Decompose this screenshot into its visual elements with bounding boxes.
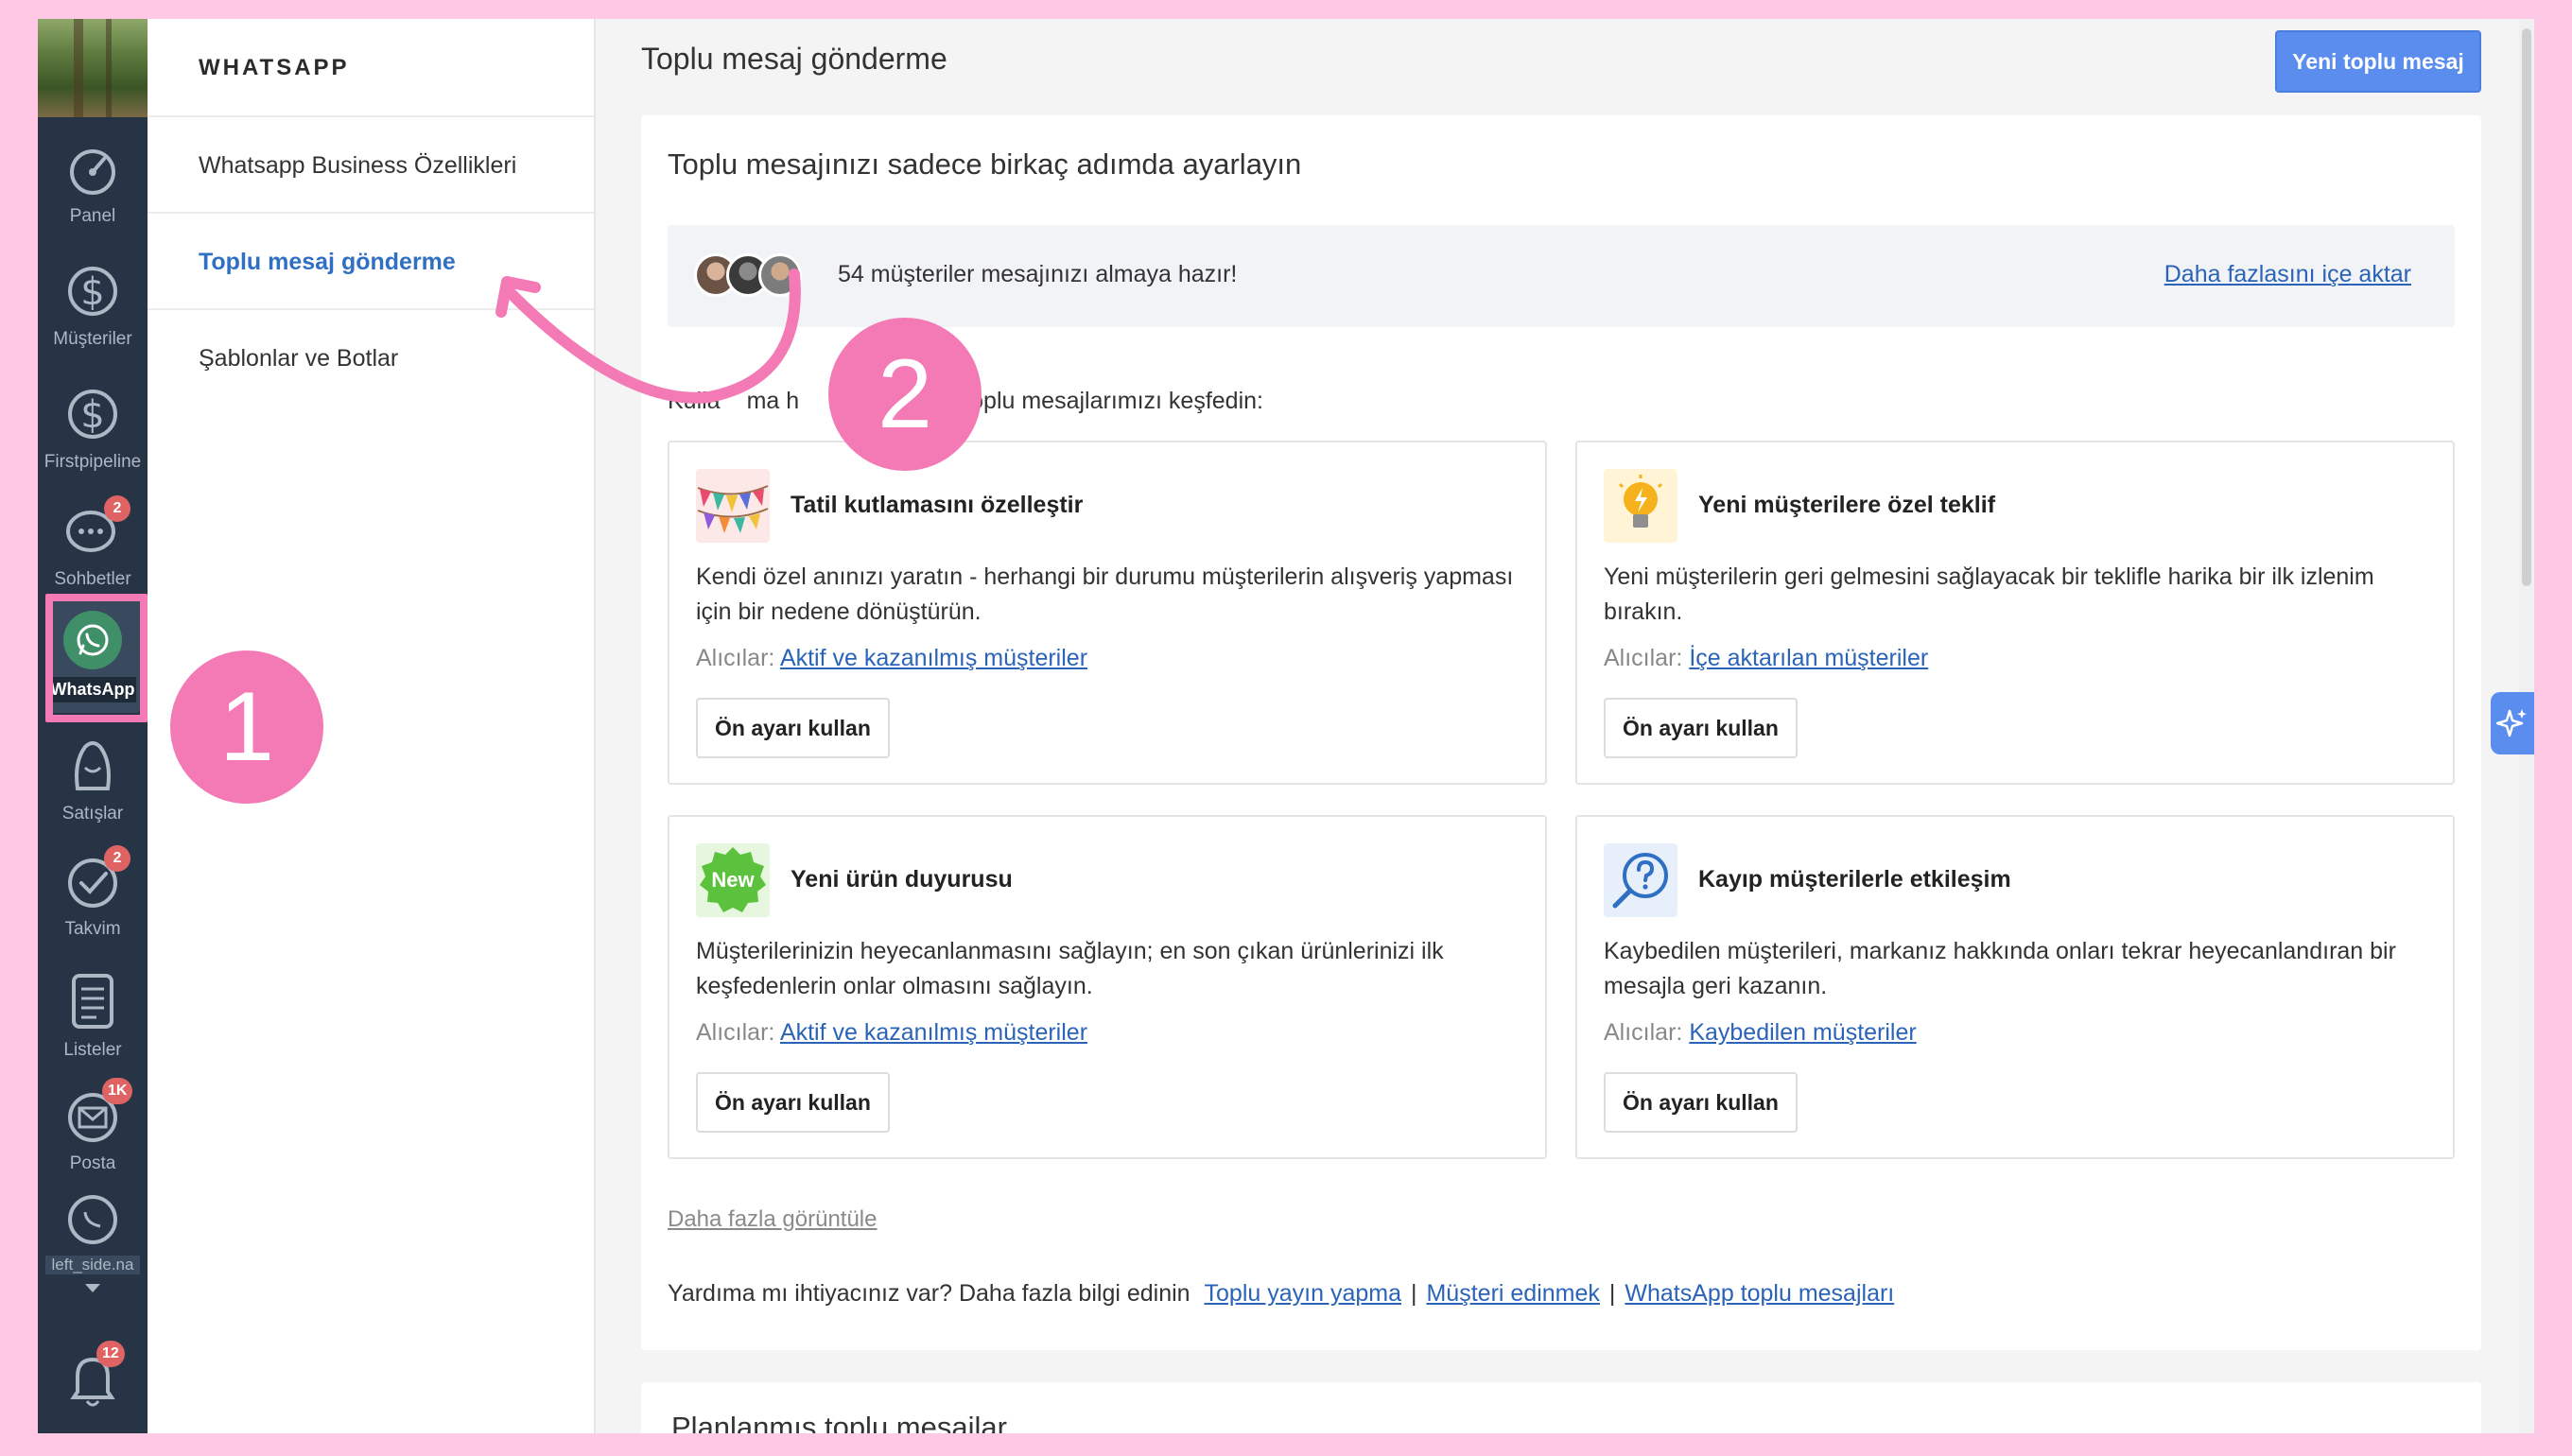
nav-label: Satışlar — [61, 804, 124, 823]
lightbulb-icon — [1604, 469, 1677, 543]
setup-card: Toplu mesajınızı sadece birkaç adımda ay… — [641, 115, 2481, 1350]
import-bar: 54 müşteriler mesajınızı almaya hazır! D… — [668, 225, 2455, 327]
help-link-whatsapp-bulk[interactable]: WhatsApp toplu mesajları — [1625, 1280, 1894, 1307]
list-icon — [72, 974, 113, 1029]
user-avatar[interactable] — [38, 19, 148, 117]
recipients-link[interactable]: Kaybedilen müşteriler — [1689, 1019, 1916, 1046]
new-badge-icon: New — [696, 843, 770, 917]
svg-text:$: $ — [80, 270, 104, 314]
unread-badge: 2 — [104, 845, 130, 872]
template-title: Kayıp müşterilerle etkileşim — [1698, 866, 2011, 893]
template-card-holiday: Tatil kutlamasını özelleştir Kendi özel … — [668, 441, 1547, 785]
nav-label: Posta — [69, 1153, 116, 1173]
nav-label: Müşteriler — [53, 329, 132, 349]
nav-item-posta[interactable]: Posta 1K — [38, 1078, 148, 1174]
dashboard-icon — [70, 149, 115, 195]
template-description: Kendi özel anınızı yaratın - herhangi bi… — [696, 563, 1514, 625]
subnav-item-business-features[interactable]: Whatsapp Business Özellikleri — [148, 117, 594, 214]
nav-label: Firstpipeline — [43, 452, 142, 472]
template-recipients: Alıcılar: Kaybedilen müşteriler — [1604, 1019, 1917, 1047]
use-preset-button[interactable]: Ön ayarı kullan — [696, 1072, 890, 1133]
nav-item-satislar[interactable]: Satışlar — [38, 734, 148, 824]
new-badge-label: New — [711, 868, 755, 892]
use-preset-button[interactable]: Ön ayarı kullan — [696, 698, 890, 758]
dollar-icon: $ — [68, 390, 117, 439]
template-recipients: Alıcılar: Aktif ve kazanılmış müşteriler — [696, 645, 1087, 672]
new-bulk-message-button[interactable]: Yeni toplu mesaj — [2275, 30, 2481, 93]
recipients-label: Alıcılar: — [696, 645, 775, 671]
show-more-link[interactable]: Daha fazla görüntüle — [668, 1206, 877, 1233]
unread-badge: 12 — [96, 1341, 125, 1367]
unread-badge: 1K — [102, 1078, 133, 1104]
help-text: Yardıma mı ihtiyacınız var? Daha fazla b… — [668, 1280, 1894, 1308]
chevron-down-icon[interactable] — [83, 1282, 102, 1295]
recipients-label: Alıcılar: — [696, 1019, 775, 1046]
setup-title: Toplu mesajınızı sadece birkaç adımda ay… — [668, 147, 1302, 181]
recipients-link[interactable]: Aktif ve kazanılmış müşteriler — [780, 1019, 1087, 1046]
nav-label: Takvim — [64, 919, 121, 939]
nav-label: left_side.na — [45, 1256, 140, 1274]
nav-label: Listeler — [63, 1040, 122, 1060]
nav-item-listeler[interactable]: Listeler — [38, 970, 148, 1061]
template-description: Müşterilerinizin heyecanlanmasını sağlay… — [696, 938, 1444, 999]
template-card-lost-customers: Kayıp müşterilerle etkileşim Kaybedilen … — [1575, 815, 2455, 1159]
nav-item-takvim[interactable]: Takvim 2 — [38, 845, 148, 940]
main-nav: Panel $ Müşteriler $ Firstpipeline Sohbe… — [38, 19, 148, 1433]
sales-icon — [75, 741, 111, 790]
question-search-icon — [1604, 843, 1677, 917]
tutorial-step-2: 2 — [828, 318, 982, 471]
use-preset-button[interactable]: Ön ayarı kullan — [1604, 1072, 1798, 1133]
dollar-icon: $ — [68, 267, 117, 316]
nav-label: Sohbetler — [54, 569, 131, 589]
help-label: Yardıma mı ihtiyacınız var? Daha fazla b… — [668, 1280, 1190, 1307]
app-window: Panel $ Müşteriler $ Firstpipeline Sohbe… — [38, 19, 2534, 1433]
nav-item-musteriler[interactable]: $ Müşteriler — [38, 259, 148, 350]
tutorial-highlight — [45, 594, 148, 722]
nav-item-panel[interactable]: Panel — [38, 142, 148, 227]
template-recipients: Alıcılar: Aktif ve kazanılmış müşteriler — [696, 1019, 1087, 1047]
template-card-new-product: New Yeni ürün duyurusu Müşterilerinizin … — [668, 815, 1547, 1159]
import-status-text: 54 müşteriler mesajınızı almaya hazır! — [838, 261, 1238, 287]
page-title: Toplu mesaj gönderme — [641, 42, 947, 76]
subnav-title: WHATSAPP — [148, 19, 594, 117]
help-link-acquire[interactable]: Müşteri edinmek — [1426, 1280, 1599, 1307]
nav-item-sohbetler[interactable]: Sohbetler 2 — [38, 495, 148, 590]
party-flags-icon — [696, 469, 770, 543]
recipients-label: Alıcılar: — [1604, 645, 1683, 671]
help-separator: | — [1608, 1280, 1616, 1307]
tutorial-arrow — [495, 269, 801, 404]
scrollbar-thumb[interactable] — [2522, 28, 2531, 586]
template-card-new-customer-offer: Yeni müşterilere özel teklif Yeni müşter… — [1575, 441, 2455, 785]
main-content: Toplu mesaj gönderme Yeni toplu mesaj To… — [598, 19, 2534, 1433]
use-preset-button[interactable]: Ön ayarı kullan — [1604, 698, 1798, 758]
scheduled-title: Planlanmış toplu mesajlar — [671, 1411, 1007, 1433]
import-more-link[interactable]: Daha fazlasını içe aktar — [2164, 261, 2411, 288]
help-separator: | — [1410, 1280, 1417, 1307]
nav-item-notifications[interactable]: 12 — [38, 1341, 148, 1418]
template-title: Yeni ürün duyurusu — [791, 866, 1013, 893]
recipients-label: Alıcılar: — [1604, 1019, 1683, 1046]
template-title: Tatil kutlamasını özelleştir — [791, 492, 1084, 518]
nav-item-firstpipeline[interactable]: $ Firstpipeline — [38, 382, 148, 473]
template-description: Yeni müşterilerin geri gelmesini sağlaya… — [1604, 563, 2374, 625]
recipients-link[interactable]: İçe aktarılan müşteriler — [1689, 645, 1928, 671]
unread-badge: 2 — [104, 495, 130, 522]
explore-text-end: toplu mesajlarımızı keşfedin: — [964, 388, 1263, 414]
ai-assistant-button[interactable] — [2491, 692, 2534, 754]
sparkle-icon — [2496, 709, 2527, 737]
recipients-link[interactable]: Aktif ve kazanılmış müşteriler — [780, 645, 1087, 671]
scheduled-card: Planlanmış toplu mesajlar — [641, 1382, 2481, 1433]
help-link-broadcast[interactable]: Toplu yayın yapma — [1205, 1280, 1401, 1307]
nav-label: Panel — [69, 206, 116, 226]
template-recipients: Alıcılar: İçe aktarılan müşteriler — [1604, 645, 1928, 672]
tutorial-step-1: 1 — [170, 650, 323, 804]
template-title: Yeni müşterilere özel teklif — [1698, 492, 1996, 518]
template-description: Kaybedilen müşterileri, markanız hakkınd… — [1604, 938, 2396, 999]
whatsapp-icon — [68, 1195, 117, 1244]
nav-item-left-side[interactable]: left_side.na — [38, 1191, 148, 1303]
svg-text:$: $ — [80, 393, 104, 437]
